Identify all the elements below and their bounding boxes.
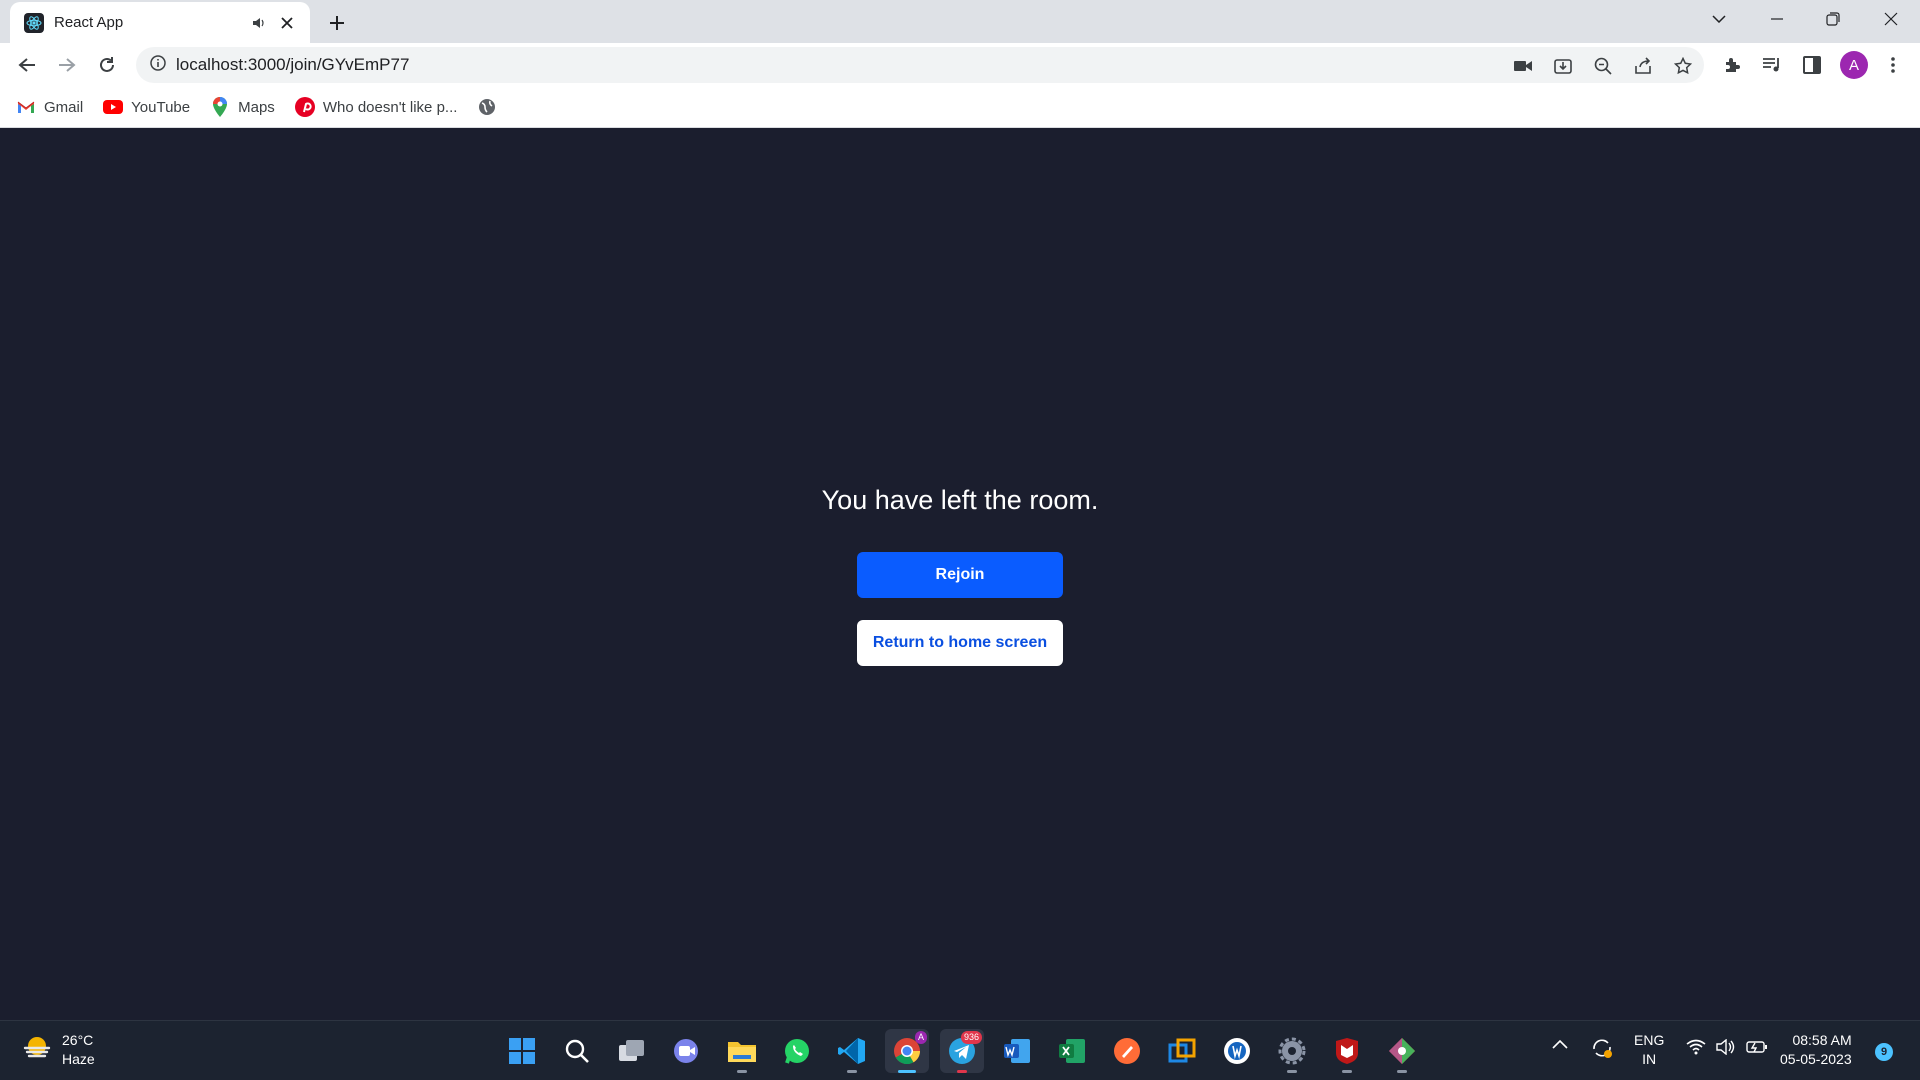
- clock-time: 08:58 AM: [1792, 1032, 1852, 1048]
- browser-toolbar: localhost:3000/join/GYvEmP77 A: [0, 43, 1920, 87]
- profile-avatar[interactable]: A: [1840, 51, 1868, 79]
- back-icon[interactable]: [11, 49, 43, 81]
- settings-gear-icon[interactable]: [1270, 1029, 1314, 1073]
- system-clock[interactable]: 08:58 AM 05-05-2023: [1780, 1031, 1852, 1069]
- bookmark-label: Gmail: [44, 98, 84, 116]
- file-explorer-icon[interactable]: [720, 1029, 764, 1073]
- new-tab-button[interactable]: [322, 8, 352, 38]
- speaker-icon[interactable]: [250, 14, 268, 32]
- bookmark-pinterest[interactable]: Who doesn't like p...: [294, 97, 458, 117]
- sync-icon[interactable]: [1590, 1037, 1614, 1059]
- running-indicator: [898, 1070, 916, 1073]
- battery-icon[interactable]: [1746, 1040, 1768, 1054]
- running-indicator: [957, 1070, 967, 1073]
- react-icon: [24, 12, 44, 33]
- left-room-message: You have left the room.: [821, 485, 1099, 515]
- word-icon[interactable]: [995, 1029, 1039, 1073]
- address-bar[interactable]: localhost:3000/join/GYvEmP77: [136, 47, 1704, 83]
- bookmarks-bar: Gmail YouTube Maps Who doesn't like p...: [0, 87, 1920, 128]
- excel-icon[interactable]: [1050, 1029, 1094, 1073]
- share-icon[interactable]: [1632, 55, 1654, 77]
- running-indicator: [1342, 1070, 1352, 1073]
- chrome-icon[interactable]: A: [885, 1029, 929, 1073]
- mcafee-icon[interactable]: [1325, 1029, 1369, 1073]
- tray-overflow-icon[interactable]: [1552, 1039, 1568, 1049]
- pinterest-icon: [294, 97, 315, 117]
- clock-date: 05-05-2023: [1780, 1051, 1852, 1067]
- extensions-icon[interactable]: [1720, 53, 1744, 77]
- media-control-icon[interactable]: [1760, 53, 1784, 77]
- language-indicator[interactable]: ENG IN: [1634, 1031, 1664, 1069]
- postman-icon[interactable]: [1105, 1029, 1149, 1073]
- genymotion-icon[interactable]: [1215, 1029, 1259, 1073]
- bookmark-label: YouTube: [131, 98, 191, 116]
- language-code: ENG: [1634, 1032, 1665, 1048]
- site-info-icon[interactable]: [150, 54, 166, 76]
- running-indicator: [847, 1070, 857, 1073]
- tab-title: React App: [54, 14, 124, 31]
- forward-icon[interactable]: [51, 49, 83, 81]
- weather-temp: 26°C: [62, 1032, 94, 1048]
- install-app-icon[interactable]: [1552, 55, 1574, 77]
- volume-icon[interactable]: [1716, 1039, 1736, 1055]
- bookmark-globe[interactable]: [477, 97, 505, 117]
- telegram-badge: 936: [960, 1031, 982, 1044]
- camera-icon[interactable]: [1512, 55, 1534, 77]
- taskbar-apps: A 936: [500, 1029, 1435, 1073]
- youtube-icon: [103, 97, 124, 117]
- tab-search-icon[interactable]: [1694, 0, 1744, 38]
- url-text: localhost:3000/join/GYvEmP77: [176, 55, 410, 74]
- globe-icon: [477, 97, 497, 117]
- region-code: IN: [1642, 1051, 1657, 1067]
- page-content: You have left the room. Rejoin Return to…: [0, 128, 1920, 1020]
- running-indicator: [1397, 1070, 1407, 1073]
- weather-widget[interactable]: 26°C Haze: [22, 1031, 95, 1069]
- return-home-button[interactable]: Return to home screen: [857, 620, 1063, 666]
- tab-strip: React App: [0, 0, 1920, 43]
- close-tab-icon[interactable]: [276, 12, 298, 34]
- zoom-icon[interactable]: [1592, 55, 1614, 77]
- notification-badge[interactable]: 9: [1875, 1043, 1893, 1061]
- chrome-profile-badge: A: [914, 1031, 927, 1044]
- bookmark-gmail[interactable]: Gmail: [16, 97, 83, 117]
- rejoin-button[interactable]: Rejoin: [857, 552, 1063, 598]
- vscode-icon[interactable]: [830, 1029, 874, 1073]
- virtualbox-icon[interactable]: [1160, 1029, 1204, 1073]
- restore-icon[interactable]: [1808, 0, 1858, 38]
- maps-icon: [210, 97, 230, 117]
- search-icon[interactable]: [555, 1029, 599, 1073]
- start-icon[interactable]: [500, 1029, 544, 1073]
- close-window-icon[interactable]: [1866, 0, 1916, 38]
- haze-sun-icon: [22, 1035, 52, 1066]
- running-indicator: [737, 1070, 747, 1073]
- sourcetree-icon[interactable]: [1380, 1029, 1424, 1073]
- side-panel-icon[interactable]: [1800, 53, 1824, 77]
- minimize-icon[interactable]: [1752, 0, 1802, 38]
- gmail-icon: [16, 97, 36, 117]
- bookmark-label: Who doesn't like p...: [322, 98, 458, 116]
- whatsapp-icon[interactable]: [775, 1029, 819, 1073]
- taskbar: 26°C Haze A 936 ENG IN 08:58 AM 05-05-20…: [0, 1020, 1920, 1080]
- bookmark-star-icon[interactable]: [1672, 55, 1694, 77]
- bookmark-youtube[interactable]: YouTube: [103, 97, 190, 117]
- reload-icon[interactable]: [91, 49, 123, 81]
- bookmark-maps[interactable]: Maps: [210, 97, 275, 117]
- browser-tab[interactable]: React App: [10, 2, 310, 43]
- weather-desc: Haze: [62, 1051, 95, 1067]
- task-view-icon[interactable]: [610, 1029, 654, 1073]
- bookmark-label: Maps: [238, 98, 275, 116]
- telegram-icon[interactable]: 936: [940, 1029, 984, 1073]
- wifi-icon[interactable]: [1686, 1039, 1706, 1055]
- running-indicator: [1287, 1070, 1297, 1073]
- teams-chat-icon[interactable]: [665, 1029, 709, 1073]
- menu-icon[interactable]: [1881, 53, 1905, 77]
